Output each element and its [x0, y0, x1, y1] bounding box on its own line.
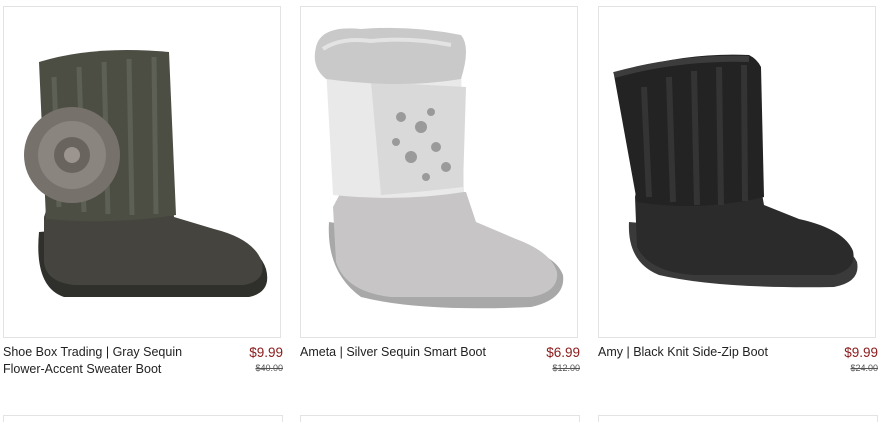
product-card[interactable]: Ameta | Silver Sequin Smart Boot $6.99 $…: [300, 6, 580, 404]
product-title[interactable]: Shoe Box Trading | Gray Sequin Flower-Ac…: [3, 344, 193, 378]
gray-sweater-boot-image: [24, 49, 268, 297]
product-image[interactable]: [3, 6, 281, 338]
black-knit-boot-image: [613, 54, 858, 288]
silver-sequin-boot-image: [314, 27, 564, 309]
product-title[interactable]: Ameta | Silver Sequin Smart Boot: [300, 344, 490, 361]
product-card-next-row[interactable]: [3, 415, 283, 422]
sale-price: $9.99: [249, 345, 283, 360]
product-card[interactable]: Shoe Box Trading | Gray Sequin Flower-Ac…: [3, 6, 283, 404]
product-card[interactable]: Amy | Black Knit Side-Zip Boot $9.99 $24…: [598, 6, 878, 404]
product-image[interactable]: [300, 6, 578, 338]
original-price: $24.00: [850, 363, 878, 373]
product-card-next-row[interactable]: [598, 415, 878, 422]
original-price: $40.00: [255, 363, 283, 373]
product-card-next-row[interactable]: [300, 415, 580, 422]
product-info: Ameta | Silver Sequin Smart Boot $6.99 $…: [300, 344, 580, 404]
product-grid: Shoe Box Trading | Gray Sequin Flower-Ac…: [0, 0, 881, 422]
product-image[interactable]: [598, 6, 876, 338]
product-info: Shoe Box Trading | Gray Sequin Flower-Ac…: [3, 344, 283, 404]
sale-price: $9.99: [844, 345, 878, 360]
product-title[interactable]: Amy | Black Knit Side-Zip Boot: [598, 344, 788, 361]
sale-price: $6.99: [546, 345, 580, 360]
product-info: Amy | Black Knit Side-Zip Boot $9.99 $24…: [598, 344, 878, 404]
original-price: $12.00: [552, 363, 580, 373]
